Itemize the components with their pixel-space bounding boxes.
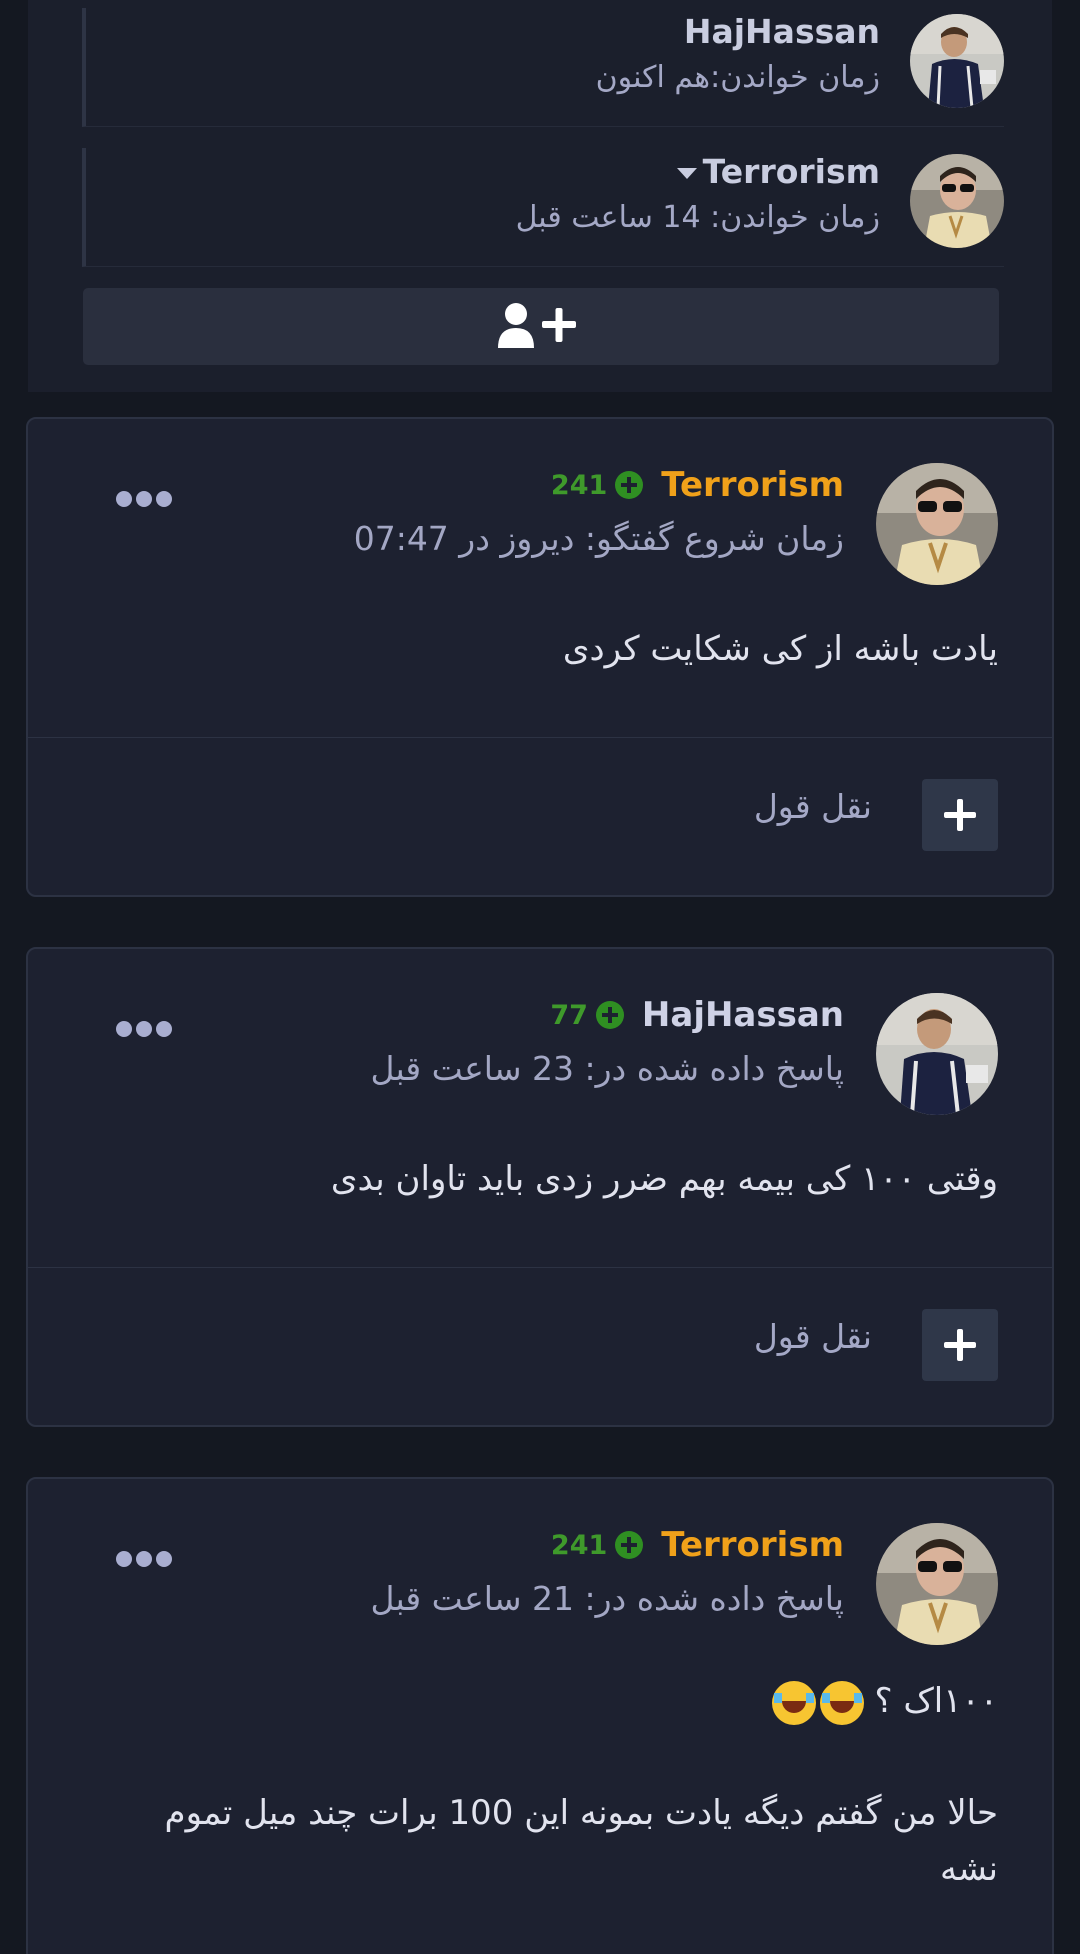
- reputation-count: 241: [550, 469, 608, 501]
- post-card: 241 Terrorism زمان شروع گفتگو: دیروز در …: [26, 417, 1054, 897]
- author-name[interactable]: Terrorism: [661, 465, 844, 505]
- reader-row[interactable]: HajHassan زمان خواندن:هم اکنون: [82, 8, 1004, 127]
- more-options-icon[interactable]: [116, 1549, 172, 1569]
- avatar[interactable]: [876, 463, 998, 585]
- post-card: 77 HajHassan پاسخ داده شده در: 23 ساعت ق…: [26, 947, 1054, 1427]
- author-name[interactable]: Terrorism: [661, 1525, 844, 1565]
- reputation-count: 241: [550, 1529, 608, 1561]
- add-user-button[interactable]: [83, 288, 999, 365]
- read-time: زمان خواندن:هم اکنون: [595, 60, 880, 95]
- post-line: حالا من گفتم دیگه یادت بمونه این 100 برا…: [164, 1793, 998, 1889]
- divider: [28, 737, 1052, 738]
- avatar[interactable]: [876, 993, 998, 1115]
- post-header: 77 HajHassan: [550, 995, 844, 1035]
- avatar[interactable]: [910, 14, 1004, 108]
- post-card: 241 Terrorism پاسخ داده شده در: 21 ساعت …: [26, 1477, 1054, 1954]
- topic-page: HajHassan زمان خواندن:هم اکنون Terrorism…: [0, 0, 1080, 1954]
- post-date: پاسخ داده شده در: 23 ساعت قبل: [370, 1049, 844, 1088]
- plus-circle-icon[interactable]: [615, 1531, 644, 1559]
- post-line: ۱۰۰اک ؟: [118, 1673, 998, 1729]
- chevron-down-icon[interactable]: [676, 168, 697, 179]
- divider: [28, 1267, 1052, 1268]
- post-body: وقتی ۱۰۰ کی بیمه بهم ضرر زدی باید تاوان …: [330, 1159, 998, 1199]
- author-name[interactable]: HajHassan: [642, 995, 844, 1035]
- quote-add-button[interactable]: [922, 1309, 998, 1381]
- plus-circle-icon[interactable]: [615, 471, 644, 499]
- add-user-icon: [498, 303, 576, 348]
- quote-label[interactable]: نقل قول: [754, 787, 872, 826]
- quote-label[interactable]: نقل قول: [754, 1317, 872, 1356]
- post-body: یادت باشه از کی شکایت کردی: [562, 629, 998, 669]
- quote-add-button[interactable]: [922, 779, 998, 851]
- reader-name[interactable]: Terrorism: [676, 152, 880, 191]
- post-date: زمان شروع گفتگو: دیروز در 07:47: [353, 519, 844, 558]
- more-options-icon[interactable]: [116, 1019, 172, 1039]
- reader-row[interactable]: Terrorism زمان خواندن: 14 ساعت قبل: [82, 148, 1004, 267]
- reputation-count: 77: [550, 999, 588, 1031]
- plus-circle-icon[interactable]: [595, 1001, 624, 1029]
- reader-name[interactable]: HajHassan: [684, 12, 880, 51]
- avatar[interactable]: [910, 154, 1004, 248]
- post-date: پاسخ داده شده در: 21 ساعت قبل: [370, 1579, 844, 1618]
- post-body: ۱۰۰اک ؟ حالا من گفتم دیگه یادت بمونه این…: [118, 1673, 998, 1897]
- avatar[interactable]: [876, 1523, 998, 1645]
- read-time: زمان خواندن: 14 ساعت قبل: [515, 200, 880, 235]
- post-header: 241 Terrorism: [551, 465, 844, 505]
- face-with-tears-of-joy-icon: [819, 1680, 864, 1725]
- face-with-tears-of-joy-icon: [771, 1680, 816, 1725]
- post-header: 241 Terrorism: [551, 1525, 844, 1565]
- more-options-icon[interactable]: [116, 489, 172, 509]
